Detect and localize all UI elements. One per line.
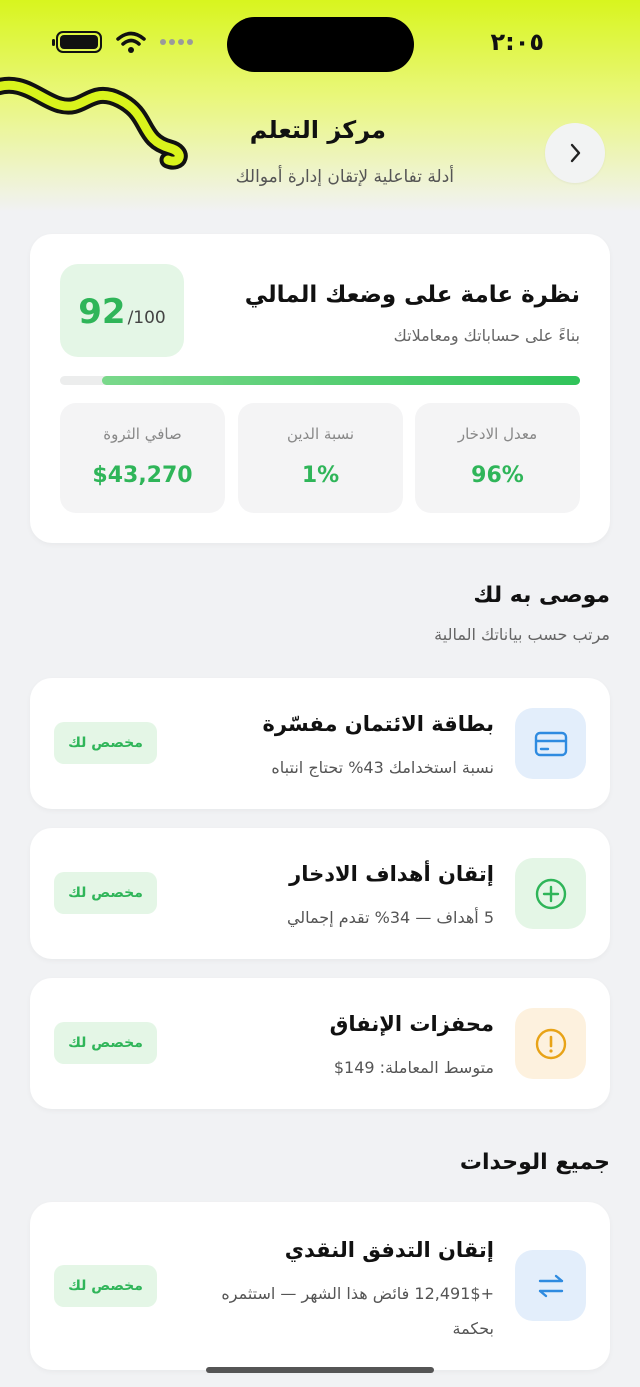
- personalized-badge: مخصص لك: [54, 722, 157, 764]
- score-progress-fill: [101, 376, 580, 385]
- financial-overview-card[interactable]: نظرة عامة على وضعك المالي بناءً على حساب…: [30, 234, 610, 543]
- module-subtitle-line2: بحكمة: [452, 1319, 494, 1338]
- metric-value: 96%: [471, 463, 524, 488]
- home-indicator[interactable]: [206, 1367, 434, 1373]
- signal-icon: [160, 39, 193, 45]
- metric-savings-rate: معدل الادخار 96%: [415, 403, 580, 513]
- module-subtitle: 5 أهداف — 34% تقدم إجمالي: [286, 908, 494, 927]
- module-icon-box: [515, 1250, 586, 1321]
- wifi-icon: [116, 31, 146, 53]
- status-icons: [52, 30, 193, 54]
- module-title: بطاقة الائتمان مفسّرة: [262, 712, 494, 736]
- status-time: ٢:٠٥: [490, 28, 544, 56]
- module-title: محفزات الإنفاق: [329, 1012, 494, 1036]
- overview-subtitle: بناءً على حساباتك ومعاملاتك: [393, 326, 580, 345]
- module-icon-box: [515, 858, 586, 929]
- metric-value: $43,270: [92, 463, 193, 488]
- metric-debt-ratio: نسبة الدين 1%: [238, 403, 403, 513]
- transfer-arrows-icon: [538, 1274, 563, 1297]
- module-card-savings-goals[interactable]: إتقان أهداف الادخار 5 أهداف — 34% تقدم إ…: [30, 828, 610, 959]
- recommended-subtitle: مرتب حسب بياناتك المالية: [434, 625, 610, 644]
- module-subtitle: نسبة استخدامك 43% تحتاج انتباه: [271, 758, 494, 777]
- module-subtitle: +12,491$ فائض هذا الشهر — استثمره: [221, 1284, 494, 1303]
- module-card-cash-flow[interactable]: إتقان التدفق النقدي +12,491$ فائض هذا ال…: [30, 1202, 610, 1370]
- metric-value: 1%: [301, 463, 340, 488]
- metric-net-worth: صافي الثروة $43,270: [60, 403, 225, 513]
- back-button[interactable]: [545, 123, 605, 183]
- metric-label: نسبة الدين: [286, 425, 355, 443]
- module-card-spending-triggers[interactable]: محفزات الإنفاق متوسط المعاملة: 149$ مخصص…: [30, 978, 610, 1109]
- personalized-badge: مخصص لك: [54, 1265, 157, 1307]
- recommended-title: موصى به لك: [473, 583, 610, 608]
- module-icon-box: [515, 708, 586, 779]
- all-modules-title: جميع الوحدات: [459, 1150, 610, 1175]
- score-max: /100: [127, 308, 166, 328]
- personalized-badge: مخصص لك: [54, 872, 157, 914]
- score-progress-bar: [60, 376, 580, 385]
- page-subtitle: أدلة تفاعلية لإتقان إدارة أموالك: [235, 167, 454, 187]
- score-box: 92 /100: [60, 264, 184, 357]
- score-value: 92: [78, 292, 126, 332]
- chevron-right-icon: [570, 143, 581, 163]
- plus-circle-icon: [535, 878, 566, 909]
- battery-icon: [52, 31, 102, 53]
- header: ٢:٠٥ مركز التعلم أدلة تفاعلية لإتقان إدا…: [0, 0, 640, 212]
- overview-title: نظرة عامة على وضعك المالي: [244, 282, 580, 308]
- page-title: مركز التعلم: [249, 116, 386, 144]
- metric-label: معدل الادخار: [457, 425, 538, 443]
- personalized-badge: مخصص لك: [54, 1022, 157, 1064]
- dynamic-island: [227, 17, 414, 72]
- module-title: إتقان أهداف الادخار: [289, 862, 494, 886]
- metric-label: صافي الثروة: [103, 425, 182, 443]
- module-card-credit-card[interactable]: بطاقة الائتمان مفسّرة نسبة استخدامك 43% …: [30, 678, 610, 809]
- module-icon-box: [515, 1008, 586, 1079]
- credit-card-icon: [534, 731, 567, 756]
- decorative-squiggle: [0, 76, 188, 170]
- module-subtitle: متوسط المعاملة: 149$: [333, 1058, 494, 1077]
- alert-circle-icon: [535, 1028, 566, 1059]
- module-title: إتقان التدفق النقدي: [284, 1238, 494, 1262]
